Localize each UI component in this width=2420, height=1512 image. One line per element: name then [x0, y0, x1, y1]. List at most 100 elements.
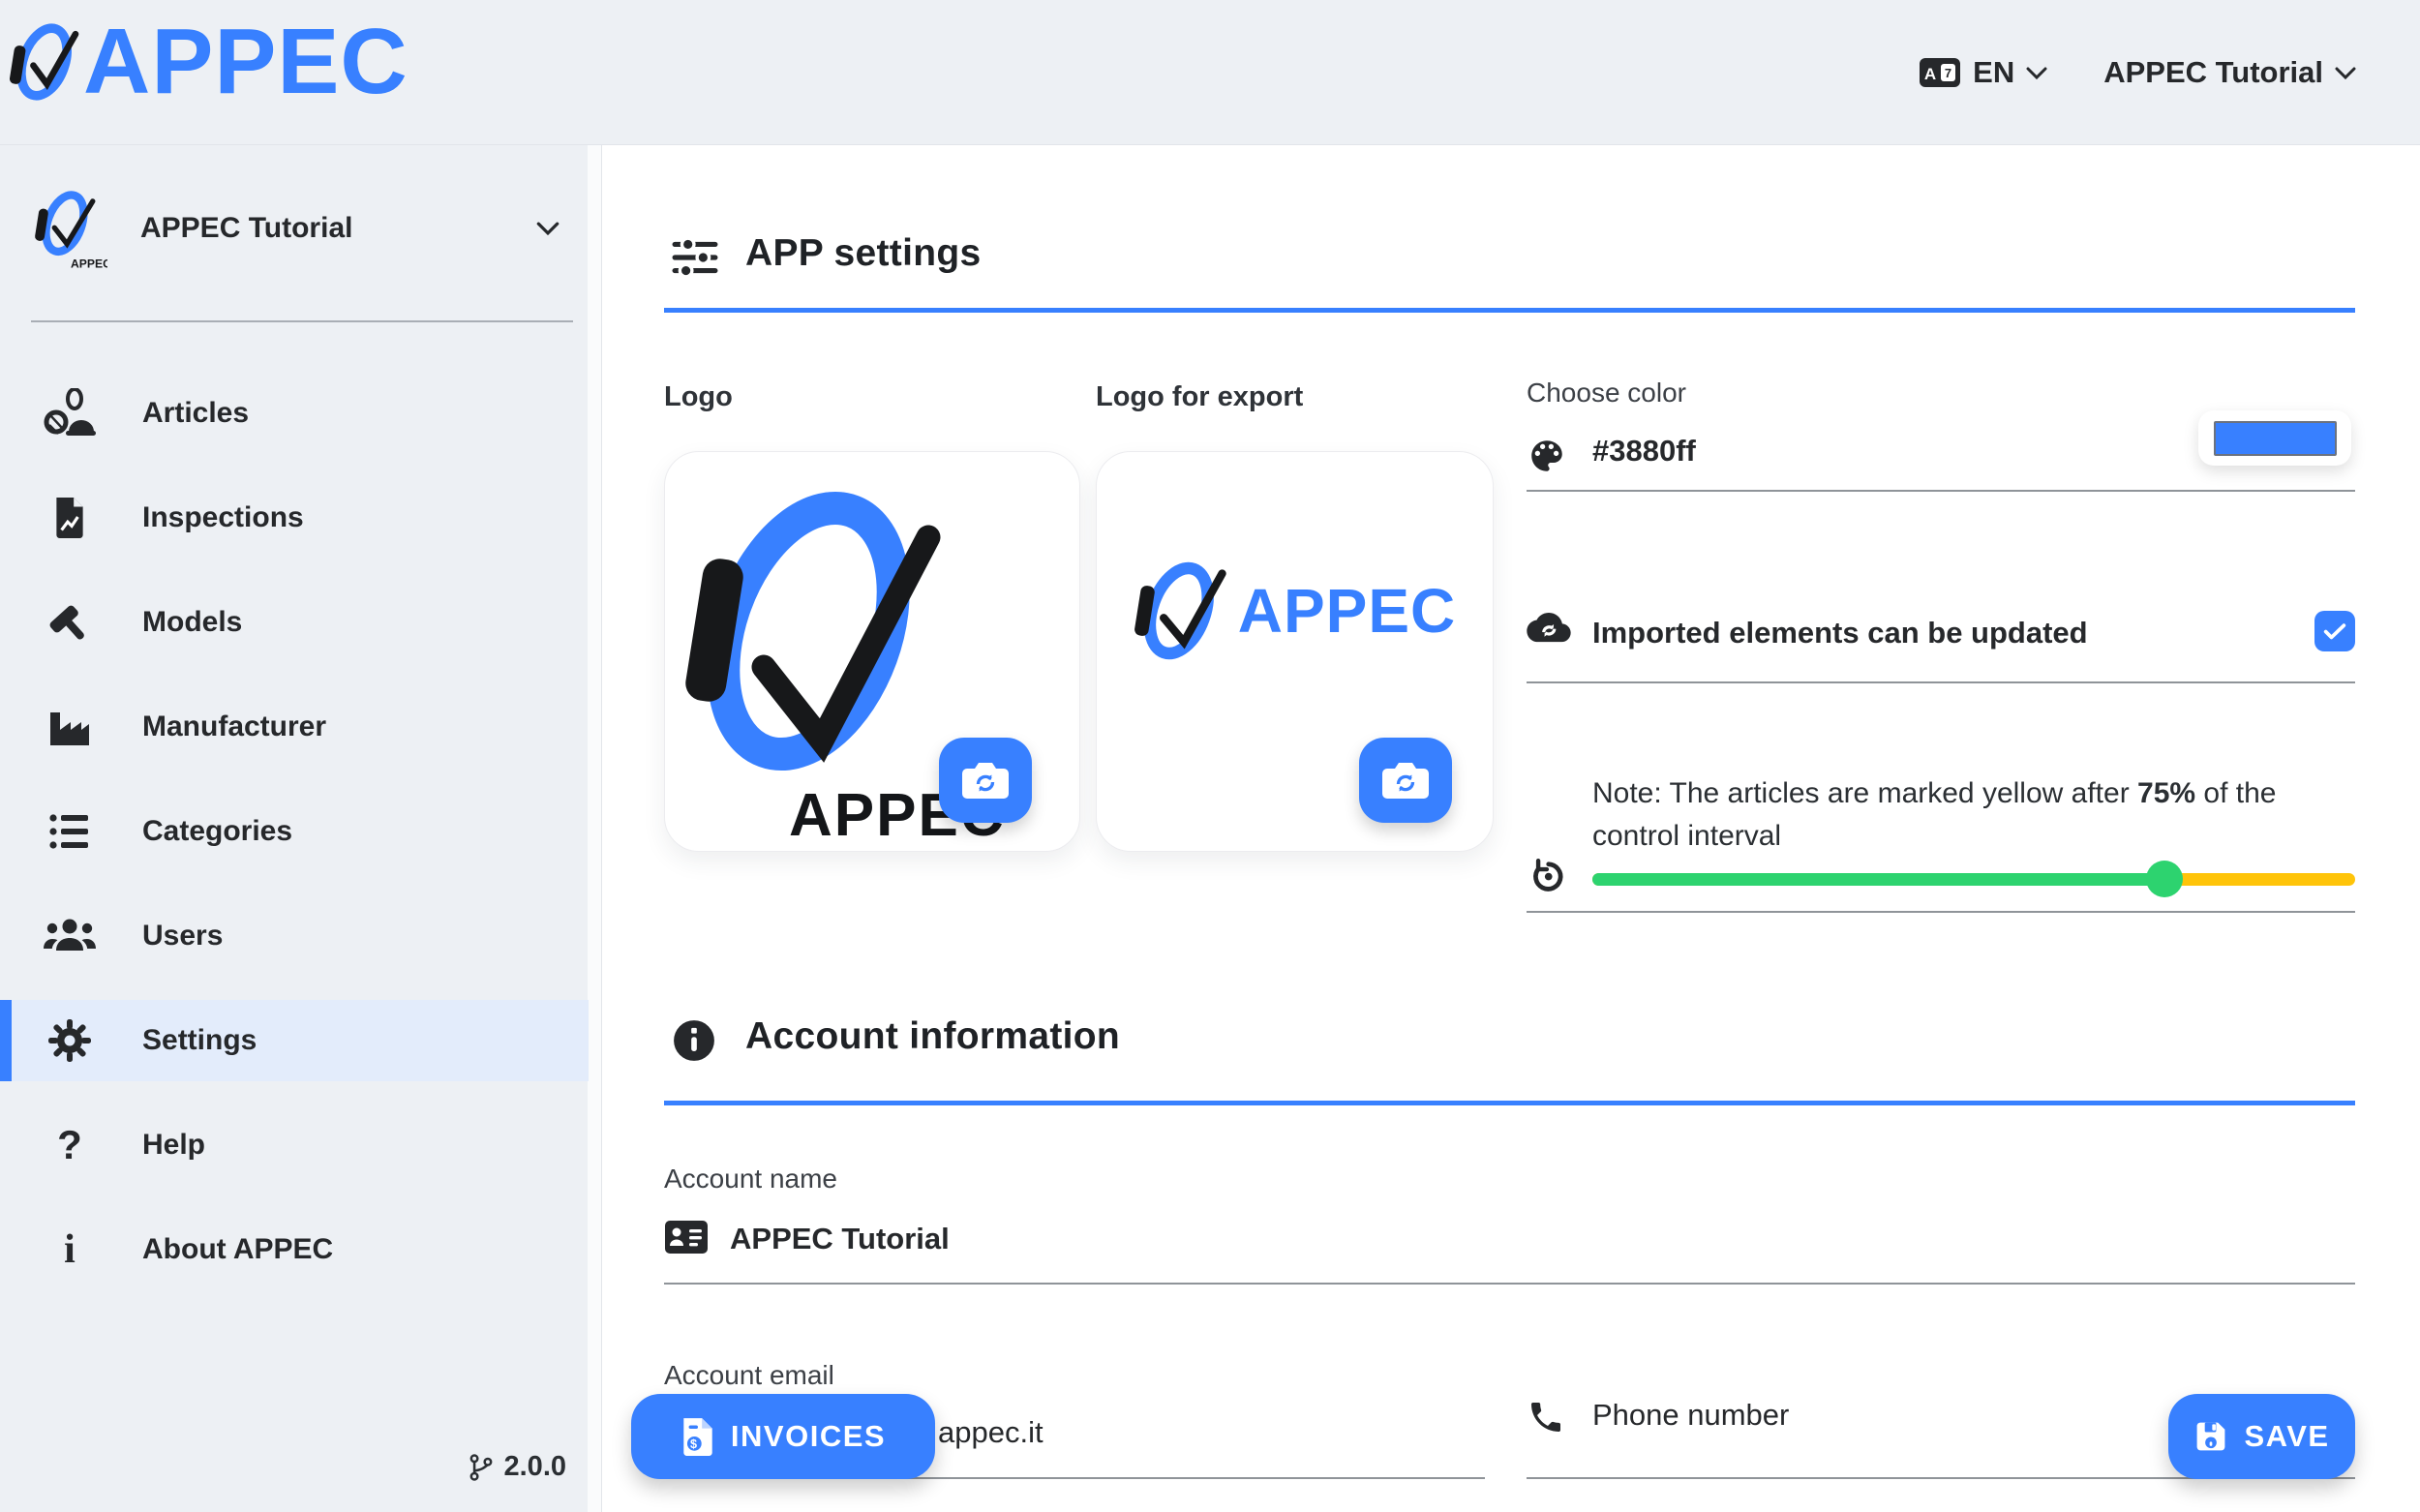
factory-icon	[39, 707, 101, 747]
appec-settings-page: APPEC A 7 EN APPEC Tutorial APPEC APPEC …	[0, 0, 2420, 1512]
slider-thumb[interactable]	[2146, 861, 2183, 897]
sidebar-item-label: Inspections	[142, 501, 304, 533]
logo-upload-card[interactable]: APPEC	[664, 451, 1080, 852]
sidebar-item-label: Articles	[142, 397, 250, 429]
chevron-down-icon	[2335, 67, 2356, 79]
app-logo-horizontal: APPEC	[1097, 545, 1493, 677]
sidebar-item-categories[interactable]: Categories	[0, 791, 589, 872]
imported-elements-label: Imported elements can be updated	[1592, 616, 2088, 650]
sidebar-item-help[interactable]: ? Help	[0, 1104, 589, 1186]
app-version: 2.0.0	[468, 1451, 566, 1483]
reload-export-logo-button[interactable]	[1359, 738, 1452, 823]
brand-wordmark: APPEC	[83, 10, 408, 113]
sidebar-item-label: Settings	[142, 1024, 257, 1056]
imported-elements-checkbox[interactable]	[2314, 611, 2355, 651]
color-value-field[interactable]: #3880ff	[1592, 434, 1696, 469]
sidebar-item-label: Users	[142, 920, 224, 952]
inspection-document-icon	[39, 497, 101, 539]
logo-label: Logo	[664, 381, 733, 412]
question-mark-icon: ?	[57, 1122, 82, 1167]
camera-sync-icon	[1382, 763, 1429, 799]
hammer-icon	[39, 600, 101, 645]
top-bar: APPEC A 7 EN APPEC Tutorial	[0, 0, 2420, 145]
sidebar-item-about[interactable]: i About APPEC	[0, 1209, 589, 1290]
tune-sliders-icon	[672, 236, 718, 283]
account-email-field[interactable]: appec.it	[938, 1415, 1044, 1450]
articles-gear-icon	[39, 388, 101, 438]
main-content: APP settings Logo Logo for export Choose…	[602, 145, 2420, 1512]
sidebar-item-users[interactable]: Users	[0, 895, 589, 977]
sidebar-item-label: Categories	[142, 815, 293, 847]
sidebar-item-label: About APPEC	[142, 1233, 334, 1265]
list-icon	[39, 810, 101, 853]
palette-icon	[1527, 436, 1567, 481]
app-logo: APPEC	[10, 15, 408, 108]
svg-text:A: A	[1924, 65, 1936, 83]
gear-icon	[39, 1019, 101, 1062]
carabiner-logo-icon	[10, 23, 79, 101]
users-group-icon	[39, 916, 101, 956]
save-button-label: SAVE	[2244, 1419, 2330, 1453]
sidebar-account-switcher[interactable]: APPEC APPEC Tutorial	[0, 178, 589, 279]
choose-color-label: Choose color	[1527, 378, 1686, 408]
control-interval-slider[interactable]	[1592, 861, 2355, 897]
language-selector[interactable]: A 7 EN	[1919, 55, 2047, 90]
sidebar-item-settings[interactable]: Settings	[0, 1000, 589, 1081]
sidebar-item-label: Models	[142, 606, 243, 638]
slider-fill-green	[1592, 873, 2164, 886]
account-email-label: Account email	[664, 1360, 834, 1390]
git-branch-icon	[469, 1453, 492, 1481]
chevron-down-icon	[536, 222, 560, 235]
sidebar-account-label: APPEC Tutorial	[140, 212, 353, 244]
invoice-icon: $	[683, 1418, 712, 1456]
control-interval-note: Note: The articles are marked yellow aft…	[1592, 777, 2277, 852]
note-percent-value: 75%	[2137, 777, 2196, 809]
carabiner-logo-icon: APPEC	[35, 191, 107, 270]
invoices-button-label: INVOICES	[730, 1419, 887, 1453]
sidebar-nav: Articles Inspections Models Manufacturer…	[0, 373, 589, 1290]
info-letter-icon: i	[64, 1227, 76, 1272]
invoices-button[interactable]: $ INVOICES	[631, 1394, 935, 1479]
info-icon	[672, 1018, 716, 1068]
history-icon	[1527, 855, 1569, 902]
reload-logo-button[interactable]	[939, 738, 1032, 823]
cloud-sync-icon	[1527, 612, 1571, 650]
save-floppy-icon	[2197, 1422, 2225, 1451]
phone-number-field[interactable]: Phone number	[1592, 1398, 1789, 1433]
sidebar-item-manufacturer[interactable]: Manufacturer	[0, 686, 589, 768]
logo-export-label: Logo for export	[1096, 381, 1304, 412]
check-icon	[2323, 623, 2346, 640]
sidebar-item-label: Help	[142, 1129, 206, 1161]
sidebar-item-inspections[interactable]: Inspections	[0, 477, 589, 559]
svg-text:APPEC: APPEC	[71, 257, 107, 270]
svg-text:7: 7	[1945, 66, 1951, 80]
app-settings-title: APP settings	[745, 232, 982, 274]
account-menu[interactable]: APPEC Tutorial	[2103, 55, 2356, 90]
sidebar-divider	[31, 320, 573, 322]
field-underline	[1527, 911, 2355, 913]
account-name-field[interactable]: APPEC Tutorial	[730, 1222, 950, 1256]
section-divider	[664, 1101, 2355, 1105]
account-menu-label: APPEC Tutorial	[2103, 55, 2323, 89]
svg-text:$: $	[690, 1437, 699, 1451]
sidebar-item-label: Manufacturer	[142, 711, 327, 742]
language-label: EN	[1973, 55, 2015, 89]
contact-card-icon	[664, 1220, 709, 1259]
section-divider	[664, 308, 2355, 313]
sidebar: APPEC APPEC Tutorial Articles Inspection…	[0, 145, 602, 1512]
field-underline	[1527, 681, 2355, 683]
sidebar-scrollbar[interactable]	[588, 145, 601, 1512]
save-button[interactable]: SAVE	[2168, 1394, 2355, 1479]
phone-icon	[1527, 1398, 1565, 1441]
color-swatch	[2213, 420, 2337, 456]
field-underline	[664, 1283, 2355, 1285]
account-name-label: Account name	[664, 1164, 837, 1194]
field-underline	[1527, 490, 2355, 492]
topbar-controls: A 7 EN APPEC Tutorial	[1919, 0, 2356, 145]
camera-sync-icon	[962, 763, 1009, 799]
logo-export-upload-card[interactable]: APPEC	[1096, 451, 1494, 852]
color-swatch-picker[interactable]	[2198, 410, 2351, 466]
sidebar-item-models[interactable]: Models	[0, 582, 589, 663]
sidebar-item-articles[interactable]: Articles	[0, 373, 589, 454]
account-information-title: Account information	[745, 1015, 1121, 1057]
